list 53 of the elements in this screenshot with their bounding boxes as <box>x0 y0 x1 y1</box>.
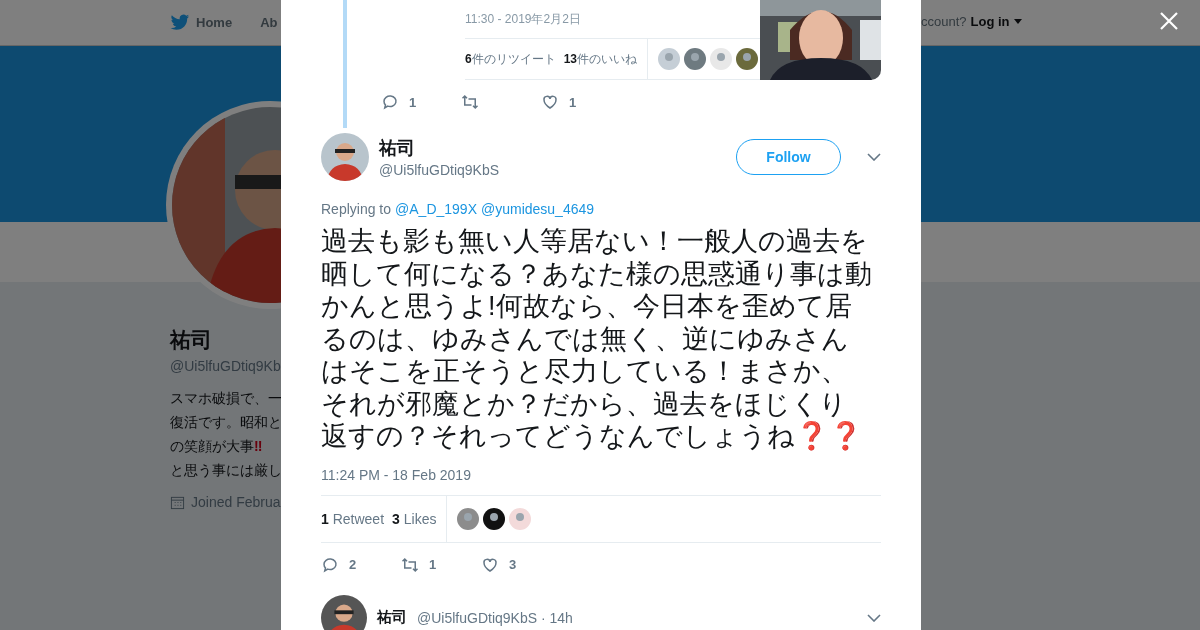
avatar-icon <box>710 48 733 70</box>
chevron-icon <box>867 613 881 622</box>
stat-link[interactable]: 1 Retweet <box>321 510 385 527</box>
like-button[interactable]: 3 <box>481 555 561 574</box>
heart-icon <box>541 93 559 111</box>
close-icon <box>1160 12 1178 30</box>
more-button[interactable] <box>867 613 881 622</box>
nav-link[interactable]: Ab <box>260 15 278 30</box>
bio-text: スマホ破損で、一 <box>170 389 282 408</box>
stat-link[interactable]: 3 Likes <box>392 510 437 527</box>
avatar-icon <box>736 48 759 70</box>
replying-label: Replying to <box>321 201 392 217</box>
stat-link[interactable]: 6件のリツイート <box>465 50 556 68</box>
user-name: 祐司 <box>379 137 416 160</box>
bird-icon <box>170 14 190 31</box>
calendar-icon <box>170 494 185 510</box>
follow-button[interactable]: Follow <box>736 139 841 175</box>
like-button[interactable]: 1 <box>541 93 621 111</box>
reply-icon <box>381 93 399 111</box>
retweet-icon <box>461 93 479 111</box>
mention-link[interactable]: @yumidesu_4649 <box>481 201 595 217</box>
avatar-icon <box>483 507 506 530</box>
avatar-icon <box>509 507 532 530</box>
retweet-icon <box>401 555 419 574</box>
stat-link[interactable]: 13件のいいね <box>563 50 638 68</box>
avatar-icon <box>658 48 681 70</box>
bio-text: 復活です。昭和と <box>170 413 282 432</box>
chevron-icon <box>867 153 881 161</box>
avatar-icon <box>321 133 369 181</box>
avatar-icon <box>684 48 707 70</box>
mention-link[interactable]: @A_D_199X <box>395 201 477 217</box>
joined-date: Joined Februa <box>191 494 281 510</box>
user-name: 祐司 <box>377 608 407 627</box>
reply-button[interactable]: 1 <box>381 93 461 111</box>
profile-name: 祐司 <box>170 327 212 353</box>
bio-text: の笑顔が大事 <box>170 438 254 454</box>
more-button[interactable] <box>867 153 881 161</box>
login-link[interactable]: Log in <box>970 14 1010 29</box>
tweet-text: 過去も影も無い人等居ない！一般人の過去を晒して何になる？あなた様の思惑通り事は動かんと思うよ!何故なら、今日本を歪めて居るのは、ゆみさんでは無く、逆にゆみさんはそこを正そうと尽力している！まさか、それが邪魔とか？だから、過去をほじくり返すの？それってどうなんでしょうね❓❓ <box>321 225 873 453</box>
exclamation-emoji: ‼ <box>254 438 263 454</box>
user-handle: @Ui5lfuGDtiq9KbS · 14h <box>417 609 574 626</box>
caret-icon <box>1013 19 1022 24</box>
user-handle: @Ui5lfuGDtiq9KbS <box>379 162 501 178</box>
avatar-icon <box>321 594 367 630</box>
reply-icon <box>321 555 339 574</box>
bio-text: と思う事には厳し <box>170 461 282 480</box>
retweet-button[interactable]: 1 <box>401 555 481 574</box>
reply-button[interactable]: 2 <box>321 555 401 574</box>
account-prompt: ccount? <box>921 14 967 29</box>
tweet-time: 11:24 PM - 18 Feb 2019 <box>321 466 472 483</box>
avatar-icon <box>457 507 480 530</box>
nav-link[interactable]: Home <box>170 14 233 31</box>
profile-handle: @Ui5lfuGDtiq9Kb <box>170 358 281 374</box>
